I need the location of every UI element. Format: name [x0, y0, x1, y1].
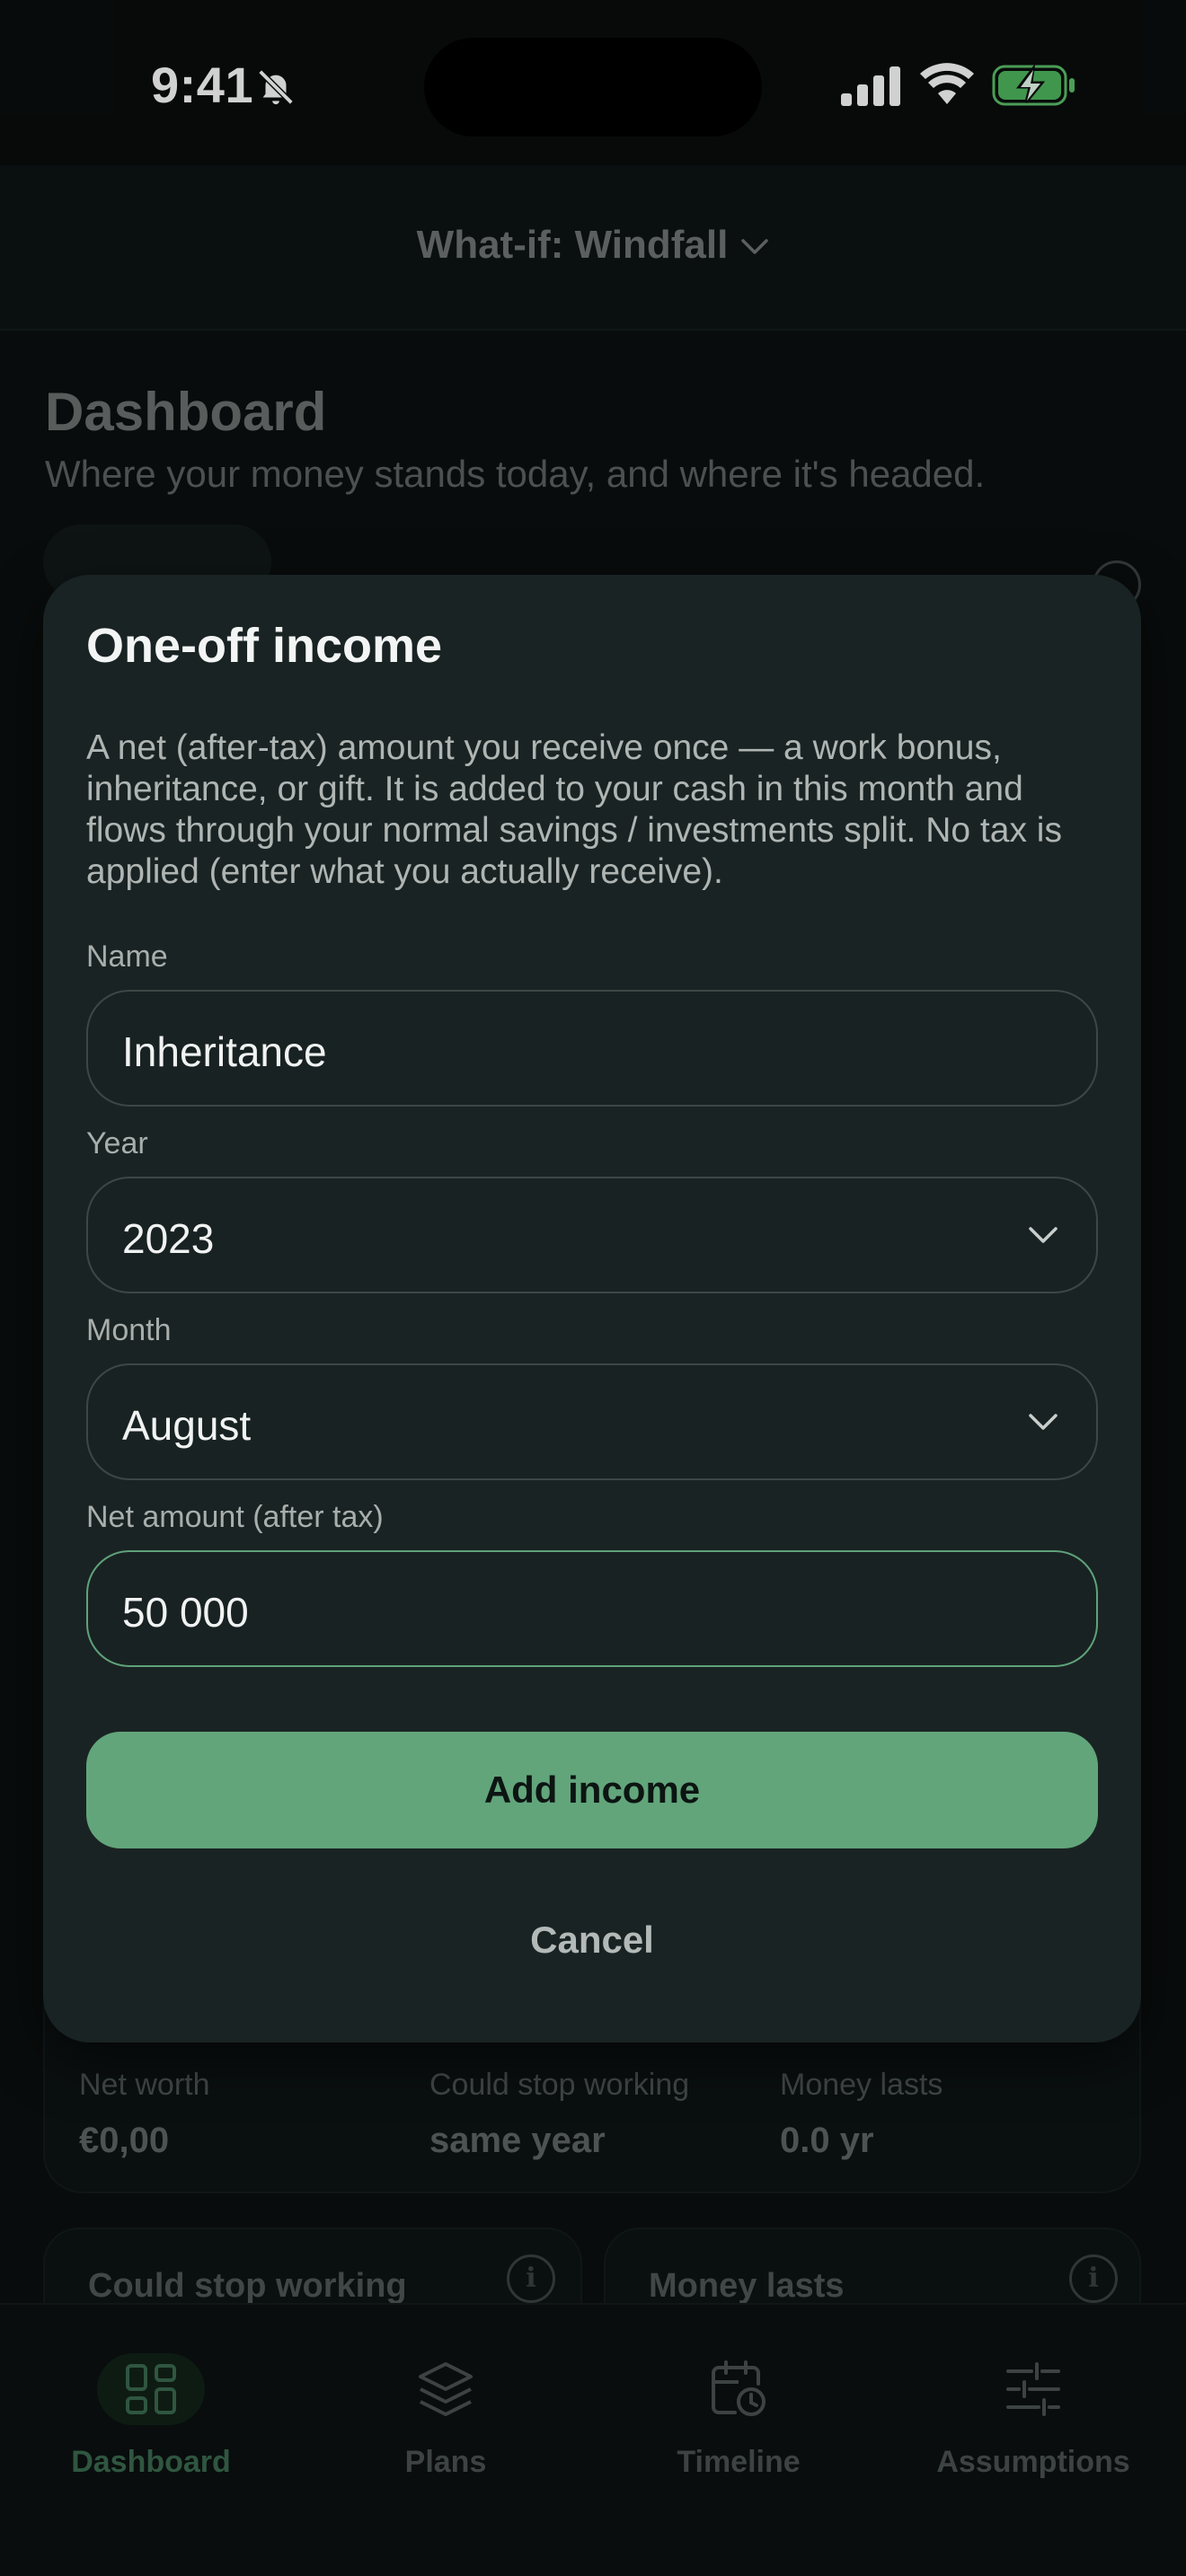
name-value: Inheritance [122, 1028, 327, 1075]
name-label: Name [86, 940, 168, 974]
cancel-button[interactable]: Cancel [86, 1904, 1098, 1976]
modal-description: A net (after-tax) amount you receive onc… [86, 728, 1062, 891]
one-off-income-modal: One-off income A net (after-tax) amount … [43, 575, 1141, 2042]
modal-title: One-off income [86, 619, 443, 673]
amount-label: Net amount (after tax) [86, 1500, 384, 1534]
month-select[interactable]: August [86, 1363, 1098, 1480]
month-value: August [122, 1402, 252, 1449]
year-select[interactable]: 2023 [86, 1177, 1098, 1293]
year-label: Year [86, 1126, 148, 1160]
name-input[interactable]: Inheritance [86, 990, 1098, 1107]
amount-input[interactable]: 50 000 [86, 1550, 1098, 1667]
chevron-down-icon [1029, 1414, 1058, 1430]
amount-value: 50 000 [122, 1589, 249, 1636]
month-label: Month [86, 1313, 172, 1347]
add-income-button[interactable]: Add income [86, 1732, 1098, 1848]
year-value: 2023 [122, 1215, 215, 1262]
chevron-down-icon [1029, 1227, 1058, 1243]
